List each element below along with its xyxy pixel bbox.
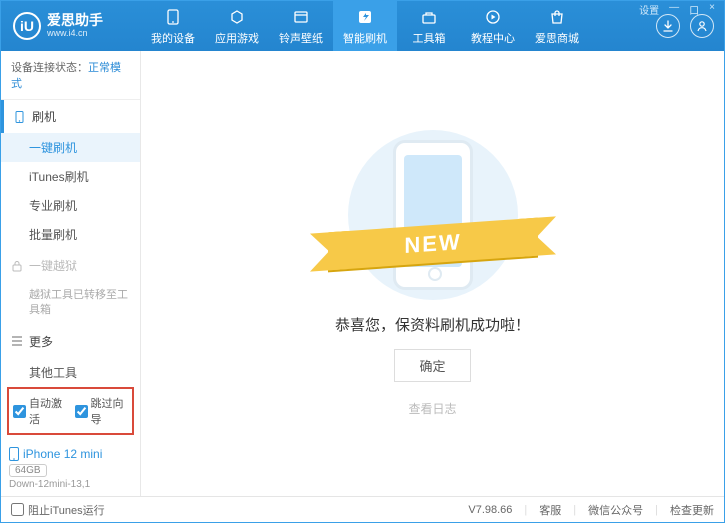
lock-icon [11,260,23,272]
tutorial-icon [483,7,503,27]
connection-status: 设备连接状态：正常模式 [1,51,140,100]
sidebar-options-highlight: 自动激活 跳过向导 [7,387,134,435]
sidebar-item[interactable]: iTunes刷机 [1,162,140,191]
view-log-link[interactable]: 查看日志 [408,400,456,417]
nav-tutorial[interactable]: 教程中心 [461,1,525,51]
media-icon [291,7,311,27]
nav-label: 教程中心 [471,30,515,46]
nav-store[interactable]: 爱思商城 [525,1,589,51]
customer-service-link[interactable]: 客服 [539,502,561,518]
device-icon [163,7,183,27]
main-content: NEW 恭喜您，保资料刷机成功啦！ 确定 查看日志 [141,51,724,496]
nav-device[interactable]: 我的设备 [141,1,205,51]
phone-icon [14,111,26,123]
nav-media[interactable]: 铃声壁纸 [269,1,333,51]
nav-label: 工具箱 [413,30,446,46]
block-itunes-label: 阻止iTunes运行 [28,502,105,518]
success-message: 恭喜您，保资料刷机成功啦！ [335,314,530,335]
nav-apps[interactable]: 应用游戏 [205,1,269,51]
system-buttons: 设置 — 口 × [635,2,719,17]
sidebar-item[interactable]: 批量刷机 [1,220,140,249]
minimize-button[interactable]: — [665,2,683,17]
sidebar-item: 越狱工具已转移至工具箱 [1,282,140,325]
device-name: iPhone 12 mini [9,447,132,461]
auto-activate-label: 自动激活 [29,395,67,427]
nav-label: 铃声壁纸 [279,30,323,46]
sidebar-item[interactable]: 一键刷机 [1,133,140,162]
nav-label: 应用游戏 [215,30,259,46]
sidebar-group-more[interactable]: 更多 [1,325,140,358]
confirm-button[interactable]: 确定 [394,349,470,382]
more-icon [11,335,23,347]
nav-label: 爱思商城 [535,30,579,46]
logo-area: iU 爱思助手 www.i4.cn [1,12,141,40]
sidebar-group-phone[interactable]: 刷机 [1,100,140,133]
sidebar-item[interactable]: 其他工具 [1,358,140,381]
auto-activate-checkbox[interactable]: 自动激活 [13,395,67,427]
app-window: 设置 — 口 × iU 爱思助手 www.i4.cn 我的设备 应用游戏 铃声壁纸 智… [0,0,725,523]
app-name: 爱思助手 [47,13,103,28]
skip-guide-checkbox[interactable]: 跳过向导 [75,395,129,427]
sidebar-item[interactable]: 专业刷机 [1,191,140,220]
titlebar: iU 爱思助手 www.i4.cn 我的设备 应用游戏 铃声壁纸 智能刷机 工具箱 教程中… [1,1,724,51]
check-update-link[interactable]: 检查更新 [670,502,714,518]
device-meta: Down-12mini-13,1 [9,479,132,490]
group-title: 刷机 [32,108,56,125]
titlebar-right [646,14,724,38]
app-url: www.i4.cn [47,29,103,39]
wechat-link[interactable]: 微信公众号 [588,502,643,518]
nav-toolbox[interactable]: 工具箱 [397,1,461,51]
close-button[interactable]: × [705,2,719,17]
group-title: 一键越狱 [29,257,77,274]
main-nav: 我的设备 应用游戏 铃声壁纸 智能刷机 工具箱 教程中心 爱思商城 [141,1,646,51]
phone-illustration-icon [393,140,473,290]
nav-flash[interactable]: 智能刷机 [333,1,397,51]
device-storage: 64GB [9,464,47,477]
user-button[interactable] [690,14,714,38]
download-button[interactable] [656,14,680,38]
apps-icon [227,7,247,27]
nav-label: 我的设备 [151,30,195,46]
sidebar-list: 刷机一键刷机iTunes刷机专业刷机批量刷机一键越狱越狱工具已转移至工具箱更多其… [1,100,140,381]
logo-icon: iU [13,12,41,40]
success-illustration: NEW [338,130,528,300]
block-itunes-checkbox[interactable]: 阻止iTunes运行 [11,502,105,518]
settings-button[interactable]: 设置 [635,2,663,17]
nav-label: 智能刷机 [343,30,387,46]
toolbox-icon [419,7,439,27]
device-block[interactable]: iPhone 12 mini 64GB Down-12mini-13,1 [1,441,140,496]
sidebar: 设备连接状态：正常模式 刷机一键刷机iTunes刷机专业刷机批量刷机一键越狱越狱… [1,51,141,496]
sidebar-group-lock[interactable]: 一键越狱 [1,249,140,282]
flash-icon [355,7,375,27]
footer: 阻止iTunes运行 V7.98.66 | 客服 | 微信公众号 | 检查更新 [1,496,724,522]
body: 设备连接状态：正常模式 刷机一键刷机iTunes刷机专业刷机批量刷机一键越狱越狱… [1,51,724,496]
version-label: V7.98.66 [468,504,512,516]
store-icon [547,7,567,27]
skip-guide-label: 跳过向导 [91,395,129,427]
maximize-button[interactable]: 口 [685,2,703,17]
phone-icon [9,447,19,461]
conn-label: 设备连接状态： [11,62,88,74]
group-title: 更多 [29,333,53,350]
